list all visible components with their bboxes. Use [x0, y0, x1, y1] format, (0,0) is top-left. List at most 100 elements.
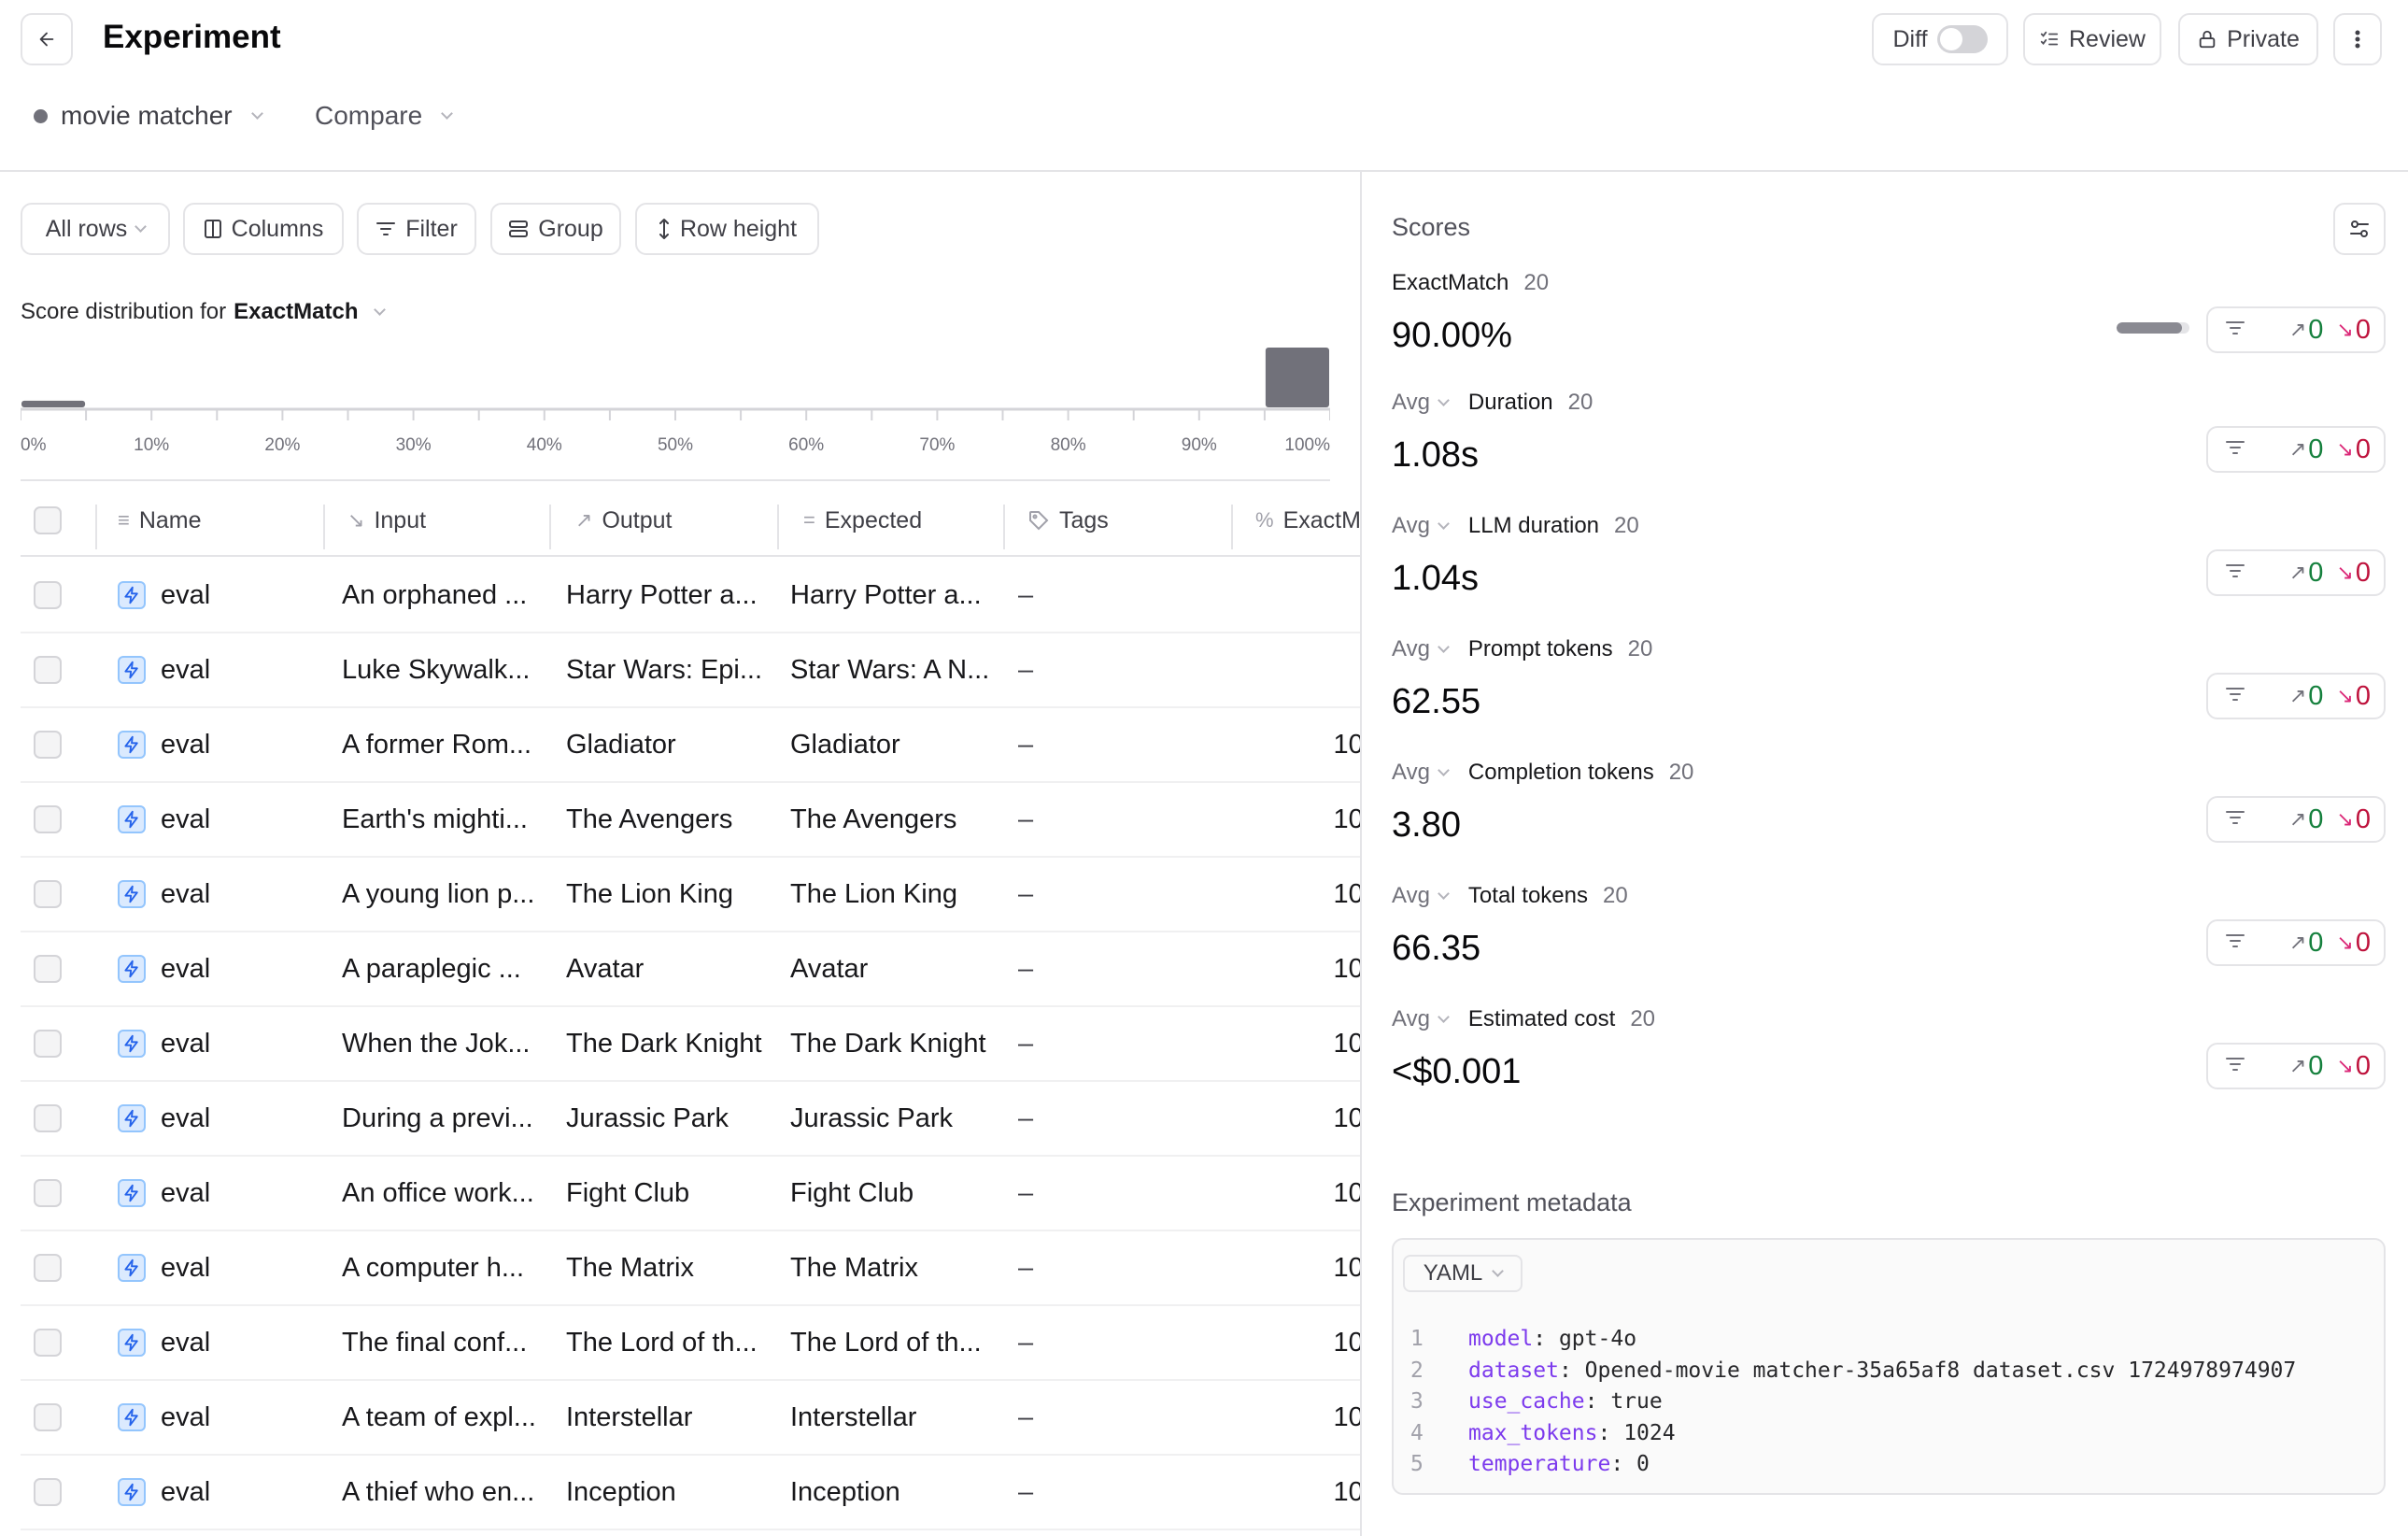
row-checkbox[interactable] [34, 731, 62, 759]
private-button[interactable]: Private [2178, 13, 2318, 65]
table-row[interactable]: eval A young lion p... The Lion King The Li… [21, 858, 1360, 932]
score-filter-button[interactable]: ↗ 0 ↘ 0 [2206, 673, 2386, 719]
lock-icon [2199, 30, 2216, 49]
group-label: Group [538, 215, 603, 242]
name-value: eval [161, 878, 211, 909]
format-dropdown[interactable]: YAML [1403, 1255, 1523, 1292]
lightning-icon [118, 955, 146, 983]
row-checkbox[interactable] [34, 1030, 62, 1058]
row-checkbox[interactable] [34, 656, 62, 684]
aggregation-dropdown[interactable]: Avg [1392, 513, 1450, 539]
column-separator[interactable] [1003, 505, 1005, 549]
column-separator[interactable] [777, 505, 779, 549]
yaml-colon: : [1597, 1420, 1624, 1445]
name-value: eval [161, 953, 211, 984]
table-row[interactable]: eval The final conf... The Lord of th... Th… [21, 1306, 1360, 1381]
score-filter-button[interactable]: ↗ 0 ↘ 0 [2206, 549, 2386, 596]
table-row[interactable]: eval A paraplegic ... Avatar Avatar – 100.00% [21, 932, 1360, 1007]
aggregation-dropdown[interactable]: Avg [1392, 390, 1450, 416]
arrow-up-right-icon: ↗ [2288, 684, 2307, 707]
panel-divider[interactable] [1360, 172, 1362, 1536]
experiment-selector[interactable]: movie matcher [34, 101, 263, 131]
aggregation-dropdown[interactable]: Avg [1392, 760, 1450, 786]
group-button[interactable]: Group [490, 203, 621, 255]
lines-icon: ≡ [118, 508, 130, 532]
column-header-input[interactable]: ↘ Input [347, 486, 426, 555]
column-header-exactmatch[interactable]: % ExactM... [1255, 486, 1360, 555]
tags-cell: – [1018, 878, 1034, 909]
aggregation-dropdown[interactable]: Avg [1392, 883, 1450, 909]
table-row[interactable]: eval An office work... Fight Club Fight Clu… [21, 1157, 1360, 1231]
improvements-count: 0 [2308, 680, 2324, 711]
score-filter-button[interactable]: ↗ 0 ↘ 0 [2206, 426, 2386, 473]
column-separator[interactable] [1231, 505, 1233, 549]
input-cell: The final conf... [342, 1327, 528, 1358]
column-header-name[interactable]: ≡ Name [118, 486, 202, 555]
score-filter-button[interactable]: ↗ 0 ↘ 0 [2206, 919, 2386, 966]
back-button[interactable] [21, 13, 73, 65]
name-value: eval [161, 804, 211, 834]
column-separator[interactable] [323, 505, 325, 549]
row-checkbox[interactable] [34, 880, 62, 908]
scores-settings-button[interactable] [2333, 203, 2386, 255]
line-number: 1 [1410, 1327, 1424, 1351]
aggregation-label: Avg [1392, 1006, 1430, 1031]
row-checkbox[interactable] [34, 955, 62, 983]
column-separator[interactable] [95, 505, 97, 549]
diff-toggle[interactable] [1936, 25, 1988, 53]
name-value: eval [161, 1252, 211, 1283]
histogram-bar[interactable] [1265, 348, 1329, 407]
expected-cell: The Avengers [790, 804, 957, 834]
table-row[interactable]: eval An orphaned ... Harry Potter a... Harr… [21, 559, 1360, 633]
arrow-up-right-icon: ↗ [2288, 807, 2307, 831]
columns-button[interactable]: Columns [183, 203, 344, 255]
improvements-count: 0 [2308, 927, 2324, 958]
exact-match-cell: 0.00% [1216, 559, 1360, 632]
filter-button[interactable]: Filter [357, 203, 476, 255]
row-checkbox[interactable] [34, 1329, 62, 1357]
review-button[interactable]: Review [2023, 13, 2161, 65]
all-rows-dropdown[interactable]: All rows [21, 203, 170, 255]
table-row[interactable]: eval A team of expl... Interstellar Interst… [21, 1381, 1360, 1456]
name-value: eval [161, 1476, 211, 1507]
column-header-tags[interactable]: Tags [1027, 486, 1109, 555]
table-row[interactable]: eval When the Jok... The Dark Knight The Da… [21, 1007, 1360, 1082]
score-item: Avg Completion tokens 20 3.80 ↗ 0 ↘ 0 [1392, 759, 2386, 846]
aggregation-dropdown[interactable]: Avg [1392, 1006, 1450, 1032]
table-row[interactable]: eval Luke Skywalk... Star Wars: Epi... Star… [21, 633, 1360, 708]
column-header-expected[interactable]: = Expected [803, 486, 922, 555]
row-checkbox[interactable] [34, 581, 62, 609]
aggregation-label: Avg [1392, 883, 1430, 908]
score-name: Prompt tokens [1467, 636, 1613, 661]
row-checkbox[interactable] [34, 1403, 62, 1431]
score-distribution-selector[interactable]: Score distribution for ExactMatch [21, 299, 386, 325]
row-checkbox[interactable] [34, 805, 62, 833]
score-filter-button[interactable]: ↗ 0 ↘ 0 [2206, 306, 2386, 353]
column-header-label: Tags [1059, 506, 1109, 533]
row-checkbox[interactable] [34, 1104, 62, 1132]
table-row[interactable]: eval A former Rom... Gladiator Gladiator – 10… [21, 708, 1360, 783]
compare-dropdown[interactable]: Compare [315, 101, 454, 131]
row-checkbox[interactable] [34, 1254, 62, 1282]
aggregation-dropdown[interactable]: Avg [1392, 636, 1450, 662]
row-select-cell [34, 783, 62, 856]
table-row[interactable]: eval During a previ... Jurassic Park Jurass… [21, 1082, 1360, 1157]
table-row[interactable]: eval A thief who en... Inception Inception –… [21, 1456, 1360, 1530]
score-filter-button[interactable]: ↗ 0 ↘ 0 [2206, 1043, 2386, 1089]
table-row[interactable]: eval A computer h... The Matrix The Matrix –… [21, 1231, 1360, 1306]
column-separator[interactable] [549, 505, 551, 549]
table-row[interactable]: eval Earth's mighti... The Avengers The Ave… [21, 783, 1360, 858]
column-header-output[interactable]: ↗ Output [575, 486, 673, 555]
select-all-checkbox[interactable] [34, 506, 62, 534]
diff-toggle-button[interactable]: Diff [1872, 13, 2008, 65]
lightning-icon [118, 1403, 146, 1431]
score-filter-button[interactable]: ↗ 0 ↘ 0 [2206, 796, 2386, 843]
more-options-button[interactable] [2333, 13, 2382, 65]
exact-match-cell: 100.00% [1333, 1028, 1361, 1059]
row-checkbox[interactable] [34, 1478, 62, 1506]
name-value: eval [161, 1401, 211, 1432]
histogram-bar[interactable] [21, 400, 86, 407]
filter-icon [2225, 809, 2245, 831]
row-height-button[interactable]: Row height [635, 203, 819, 255]
row-checkbox[interactable] [34, 1179, 62, 1207]
